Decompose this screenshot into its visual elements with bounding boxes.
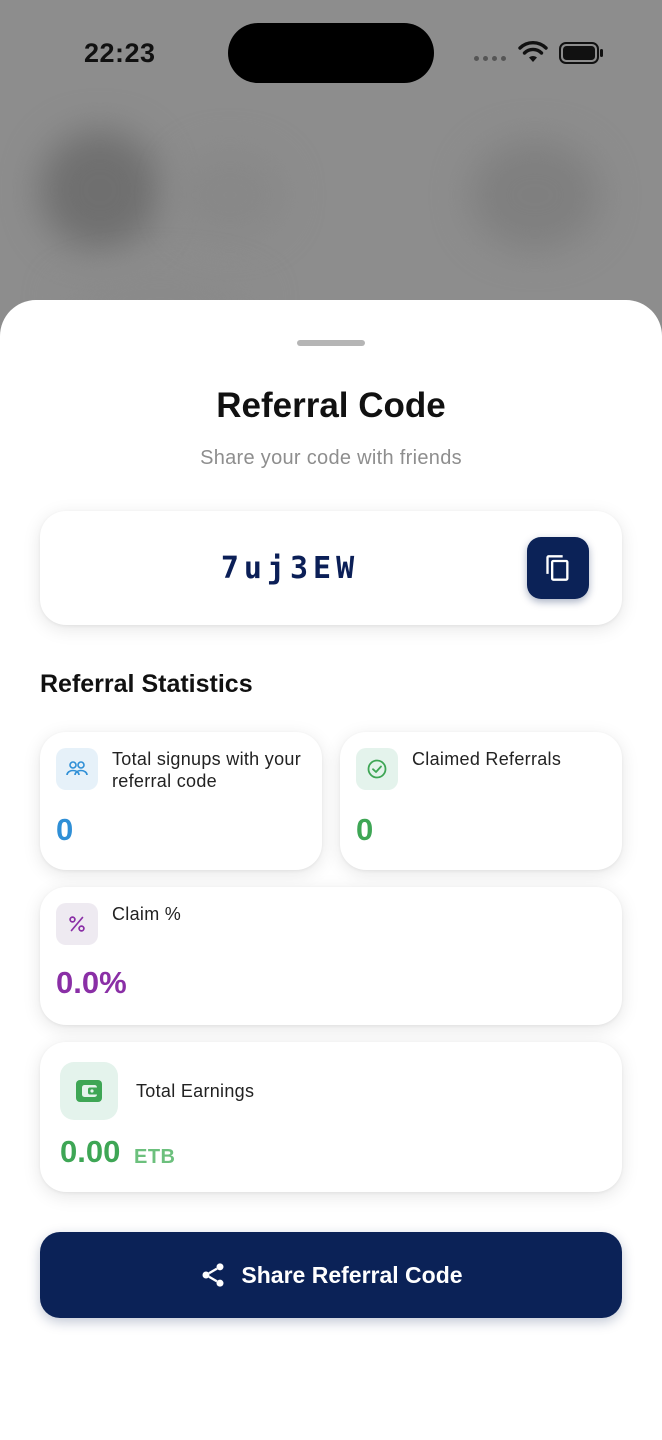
share-icon bbox=[202, 1263, 224, 1287]
signal-icon bbox=[474, 56, 506, 61]
stat-label: Claimed Referrals bbox=[412, 749, 562, 769]
drag-handle[interactable] bbox=[297, 340, 365, 346]
users-icon bbox=[56, 748, 98, 790]
percent-icon bbox=[56, 903, 98, 945]
wifi-icon bbox=[518, 41, 548, 62]
currency-unit: ETB bbox=[134, 1146, 176, 1168]
referral-code: 7uj3EW bbox=[220, 551, 360, 586]
stat-label: Total signups with your referral code bbox=[112, 749, 301, 791]
blurred-shape bbox=[40, 130, 160, 250]
stat-value: 0 bbox=[56, 812, 74, 847]
stat-card-signups: Total signups with your referral code 0 bbox=[40, 732, 322, 870]
stat-card-claimed: Claimed Referrals 0 bbox=[340, 732, 622, 870]
check-circle-icon bbox=[356, 748, 398, 790]
stats-heading: Referral Statistics bbox=[40, 670, 253, 698]
battery-icon bbox=[559, 42, 603, 64]
stat-value: 0 bbox=[356, 812, 374, 847]
stat-label: Total Earnings bbox=[136, 1081, 255, 1101]
stat-card-claim-percent: Claim % 0.0% bbox=[40, 887, 622, 1025]
dynamic-island bbox=[228, 23, 434, 83]
stat-card-earnings: Total Earnings 0.00 ETB bbox=[40, 1042, 622, 1192]
share-button-label: Share Referral Code bbox=[241, 1261, 463, 1288]
share-referral-button[interactable]: Share Referral Code bbox=[40, 1232, 622, 1318]
stat-value: 0.00 bbox=[60, 1134, 121, 1169]
copy-code-button[interactable] bbox=[527, 537, 589, 599]
stat-value: 0.0% bbox=[56, 965, 127, 1000]
blurred-shape bbox=[175, 150, 285, 240]
copy-icon bbox=[546, 555, 569, 581]
status-bar: 22:23 bbox=[0, 0, 662, 100]
stat-label: Claim % bbox=[112, 904, 182, 924]
wallet-icon bbox=[60, 1062, 118, 1120]
status-time: 22:23 bbox=[84, 38, 156, 68]
sheet-subtitle: Share your code with friends bbox=[200, 447, 462, 469]
referral-bottom-sheet: Referral Code Share your code with frien… bbox=[0, 300, 662, 1440]
blurred-shape bbox=[470, 140, 600, 250]
referral-code-card: 7uj3EW bbox=[40, 511, 622, 625]
sheet-title: Referral Code bbox=[216, 386, 446, 425]
